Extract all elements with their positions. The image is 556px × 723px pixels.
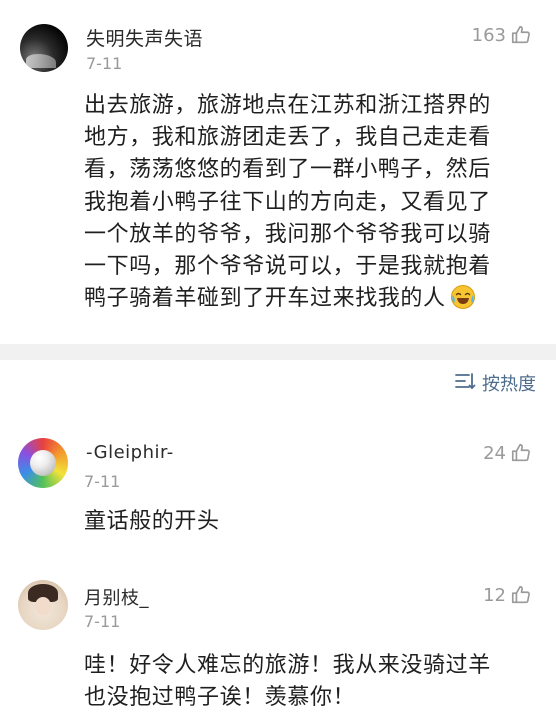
comment-line: 哇！好令人难忘的旅游！我从来没骑过羊	[84, 653, 491, 678]
comment-item: 月别枝_ 7-11 12 哇！好令人难忘的旅游！我从来没骑过羊 也没抱过鸭子诶！…	[0, 580, 556, 723]
comment-date: 7-11	[84, 612, 121, 631]
comment-item: -Gleiphir- 7-11 24 童话般的开头	[0, 438, 556, 548]
avatar[interactable]	[18, 580, 68, 630]
like-button[interactable]: 24	[483, 442, 532, 464]
comment-username[interactable]: 月别枝_	[84, 584, 149, 610]
sort-by-hot-button[interactable]: 按热度	[454, 370, 536, 396]
like-button[interactable]: 163	[472, 24, 532, 46]
comment-body: 哇！好令人难忘的旅游！我从来没骑过羊 也没抱过鸭子诶！羡慕你！	[84, 650, 491, 714]
comment-username[interactable]: -Gleiphir-	[86, 442, 174, 463]
comment-body: 童话般的开头	[84, 506, 220, 538]
avatar[interactable]	[20, 24, 68, 72]
post-date: 7-11	[86, 54, 123, 73]
like-button[interactable]: 12	[483, 584, 532, 606]
post-line: 一下吗，那个爷爷说可以，于是我就抱着	[84, 254, 491, 280]
like-count: 12	[483, 584, 506, 606]
comment-page: 失明失声失语 7-11 163 出去旅游，旅游地点在江苏和浙江搭界的 地方，我和…	[0, 0, 556, 723]
laugh-cry-emoji-icon	[450, 284, 476, 310]
section-divider	[0, 344, 556, 360]
like-count: 24	[483, 442, 506, 464]
avatar[interactable]	[18, 438, 68, 488]
post-line-last: 鸭子骑着羊碰到了开车过来找我的人	[84, 283, 491, 315]
sort-label: 按热度	[482, 374, 536, 395]
post-line: 出去旅游，旅游地点在江苏和浙江搭界的	[84, 93, 491, 118]
main-post: 失明失声失语 7-11 163 出去旅游，旅游地点在江苏和浙江搭界的 地方，我和…	[0, 0, 556, 344]
username[interactable]: 失明失声失语	[86, 24, 203, 51]
thumbs-up-icon	[510, 584, 532, 606]
comment-date: 7-11	[84, 472, 121, 491]
post-body: 出去旅游，旅游地点在江苏和浙江搭界的 地方，我和旅游团走丢了，我自己走走看 看，…	[84, 90, 491, 315]
comment-line: 也没抱过鸭子诶！羡慕你！	[84, 685, 356, 711]
comment-line: 童话般的开头	[84, 509, 220, 534]
thumbs-up-icon	[510, 24, 532, 46]
post-line: 看，荡荡悠悠的看到了一群小鸭子，然后	[84, 157, 491, 183]
post-line: 一个放羊的爷爷，我问那个爷爷我可以骑	[84, 221, 491, 247]
post-line: 我抱着小鸭子往下山的方向走，又看见了	[84, 189, 491, 215]
sort-lines-icon	[454, 372, 476, 395]
post-line: 鸭子骑着羊碰到了开车过来找我的人	[84, 286, 446, 312]
post-line: 地方，我和旅游团走丢了，我自己走走看	[84, 125, 491, 151]
like-count: 163	[471, 24, 506, 46]
thumbs-up-icon	[510, 442, 532, 464]
